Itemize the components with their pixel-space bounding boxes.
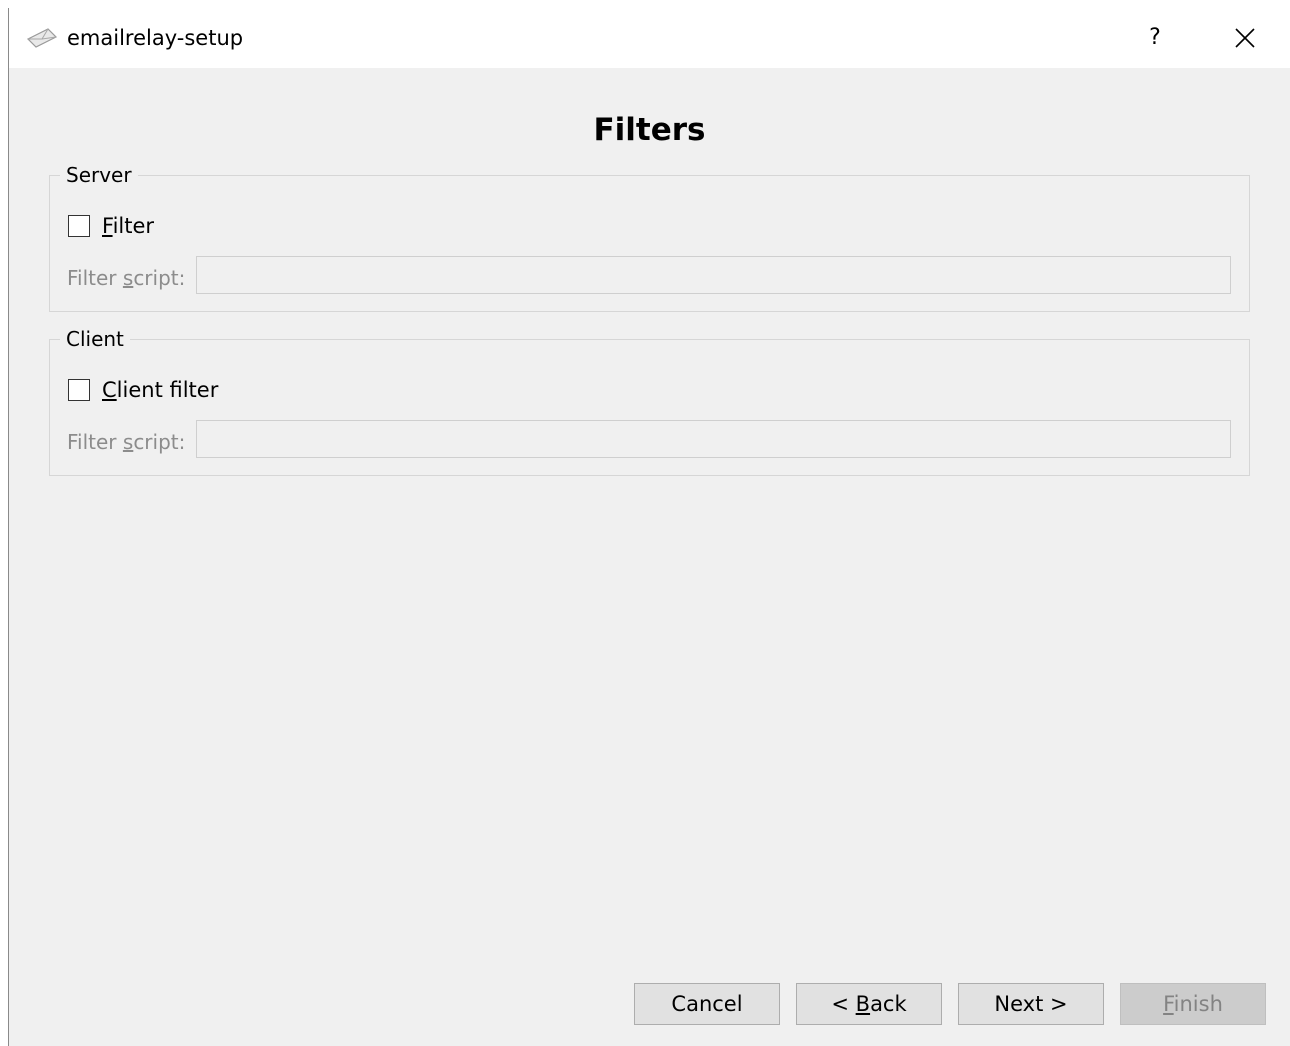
server-group-title: Server xyxy=(60,161,138,189)
client-groupbox: Client Client filter Filter script: xyxy=(49,325,1250,476)
server-groupbox: Server Filter Filter script: xyxy=(49,161,1250,312)
close-icon xyxy=(1235,28,1255,48)
page-title: Filters xyxy=(593,112,706,148)
client-filter-script-label: Filter script: xyxy=(67,430,186,454)
client-filter-script-input[interactable] xyxy=(196,420,1231,458)
finish-button[interactable]: Finish xyxy=(1120,983,1266,1025)
client-group-title: Client xyxy=(60,325,130,353)
back-button[interactable]: < Back xyxy=(796,983,942,1025)
client-filter-checkbox-label[interactable]: Client filter xyxy=(102,376,218,404)
client-filter-checkbox-box[interactable] xyxy=(68,379,90,401)
client-filter-checkbox[interactable]: Client filter xyxy=(68,376,218,404)
envelope-icon xyxy=(26,28,58,48)
title-bar: emailrelay-setup ? xyxy=(9,8,1290,68)
close-button[interactable] xyxy=(1219,16,1271,60)
server-filter-checkbox-label[interactable]: Filter xyxy=(102,212,154,240)
server-filter-script-label: Filter script: xyxy=(67,266,186,290)
window-title: emailrelay-setup xyxy=(67,26,244,50)
next-button[interactable]: Next > xyxy=(958,983,1104,1025)
help-button[interactable]: ? xyxy=(1129,16,1181,60)
server-filter-script-input[interactable] xyxy=(196,256,1231,294)
server-filter-checkbox[interactable]: Filter xyxy=(68,212,154,240)
server-filter-checkbox-box[interactable] xyxy=(68,215,90,237)
setup-window: emailrelay-setup ? Filters Server Filter… xyxy=(8,8,1290,1046)
cancel-button[interactable]: Cancel xyxy=(634,983,780,1025)
